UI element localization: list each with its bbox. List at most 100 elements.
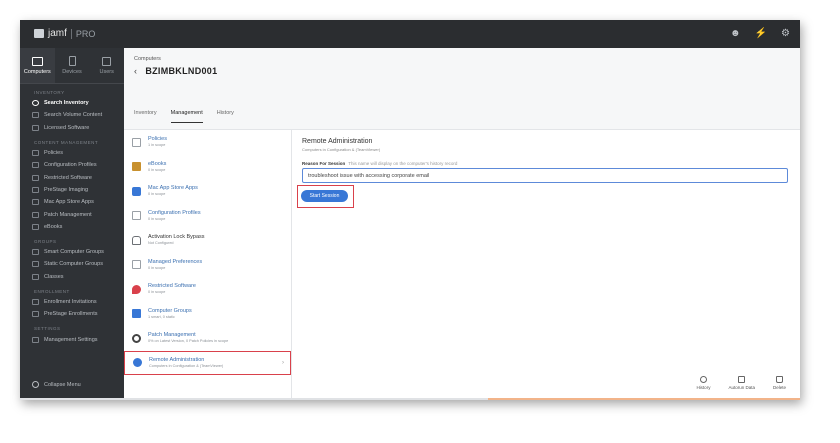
sidebar-item-label: Static Computer Groups bbox=[44, 261, 103, 268]
book-icon bbox=[132, 162, 141, 172]
search-icon bbox=[32, 100, 39, 107]
list-item-title: Computer Groups bbox=[148, 307, 192, 314]
jamf-mark-icon bbox=[34, 29, 44, 38]
collapse-label: Collapse Menu bbox=[44, 381, 81, 388]
sidebar-item-patch-management[interactable]: Patch Management bbox=[20, 208, 124, 220]
tab-label: Devices bbox=[62, 69, 82, 75]
detail-panel: Remote Administration Computers in Confi… bbox=[292, 130, 800, 400]
policies-icon bbox=[32, 150, 39, 157]
sidebar-item-mac-app-store-apps[interactable]: Mac App Store Apps bbox=[20, 196, 124, 208]
sidebar-item-prestage-imaging[interactable]: PreStage Imaging bbox=[20, 184, 124, 196]
patch-icon bbox=[132, 333, 141, 343]
reason-input[interactable] bbox=[302, 168, 788, 183]
list-item-activation-lock-bypass[interactable]: Activation Lock Bypass Not Configured bbox=[124, 228, 291, 253]
reason-hint: This name will display on the computer's… bbox=[348, 161, 458, 166]
collapse-icon bbox=[32, 381, 39, 388]
profile-icon bbox=[132, 211, 141, 221]
bolt-icon[interactable]: ⚡ bbox=[755, 28, 767, 39]
classes-icon bbox=[32, 273, 39, 280]
sidebar-item-ebooks[interactable]: eBooks bbox=[20, 221, 124, 233]
detail-subtitle: Computers in Configuration & (TeamViewer… bbox=[302, 147, 381, 152]
list-item-title: Configuration Profiles bbox=[148, 209, 201, 216]
autorun-data-button[interactable]: Autorun Data bbox=[728, 376, 755, 390]
list-item-mac-app-store-apps[interactable]: Mac App Store Apps 0 in scope bbox=[124, 179, 291, 204]
tab-users[interactable]: Users bbox=[89, 48, 124, 83]
sidebar-item-prestage-enrollments[interactable]: PreStage Enrollments bbox=[20, 308, 124, 320]
sidebar-item-label: Search Inventory bbox=[44, 100, 89, 107]
sidebar-item-static-computer-groups[interactable]: Static Computer Groups bbox=[20, 258, 124, 270]
tab-history[interactable]: History bbox=[217, 110, 234, 123]
user-icon[interactable]: ☻ bbox=[730, 28, 741, 39]
list-item-configuration-profiles[interactable]: Configuration Profiles 0 in scope bbox=[124, 204, 291, 229]
list-item-managed-preferences[interactable]: Managed Preferences 0 in scope bbox=[124, 253, 291, 278]
tab-devices[interactable]: Devices bbox=[55, 48, 90, 83]
list-item-title: eBooks bbox=[148, 160, 167, 167]
sidebar-item-search-inventory[interactable]: Search Inventory bbox=[20, 97, 124, 109]
management-list: Policies 1 in scope eBooks 0 in scope Mac … bbox=[124, 130, 292, 400]
trash-icon bbox=[775, 376, 783, 383]
sidebar-item-enrollment-invitations[interactable]: Enrollment Invitations bbox=[20, 296, 124, 308]
sidebar-item-label: Licensed Software bbox=[44, 124, 90, 131]
list-item-subtitle: 0% on Latest Version, 0 Patch Policies i… bbox=[148, 339, 229, 344]
sidebar-item-policies[interactable]: Policies bbox=[20, 147, 124, 159]
volume-icon bbox=[32, 112, 39, 119]
top-bar: jamf PRO ☻ ⚡ ⚙ bbox=[20, 20, 800, 48]
list-item-restricted-software[interactable]: Restricted Software 0 in scope bbox=[124, 277, 291, 302]
gear-icon[interactable]: ⚙ bbox=[781, 28, 790, 39]
profile-icon bbox=[32, 162, 39, 169]
jamf-logo[interactable]: jamf PRO bbox=[34, 28, 95, 39]
collapse-menu-button[interactable]: Collapse Menu bbox=[32, 381, 81, 388]
page-title: ‹ BZIMBKLND001 bbox=[134, 66, 217, 76]
history-button[interactable]: History bbox=[696, 376, 710, 390]
imaging-icon bbox=[32, 186, 39, 193]
tab-computers[interactable]: Computers bbox=[20, 48, 55, 83]
sidebar-item-smart-computer-groups[interactable]: Smart Computer Groups bbox=[20, 246, 124, 258]
list-item-subtitle: 0 in scope bbox=[148, 192, 166, 197]
list-item-subtitle: 0 in scope bbox=[148, 167, 166, 172]
sidebar-item-label: Configuration Profiles bbox=[44, 162, 97, 169]
list-item-subtitle: 0 in scope bbox=[148, 216, 166, 221]
tab-management[interactable]: Management bbox=[170, 110, 203, 123]
delete-button[interactable]: Delete bbox=[773, 376, 786, 390]
list-item-title: Remote Administration bbox=[149, 356, 205, 363]
laptop-icon bbox=[31, 56, 43, 66]
reason-label: Reason For Session This name will display… bbox=[302, 161, 457, 166]
sidebar-item-label: Patch Management bbox=[44, 211, 92, 218]
invitation-icon bbox=[32, 299, 39, 305]
list-item-ebooks[interactable]: eBooks 0 in scope bbox=[124, 155, 291, 180]
list-item-subtitle: 1 in scope bbox=[148, 143, 166, 148]
settings-gear-icon bbox=[32, 336, 39, 343]
sidebar-item-configuration-profiles[interactable]: Configuration Profiles bbox=[20, 159, 124, 171]
tab-inventory[interactable]: Inventory bbox=[134, 110, 157, 123]
breadcrumb[interactable]: Computers bbox=[134, 56, 161, 62]
sidebar-item-label: Smart Computer Groups bbox=[44, 249, 104, 256]
footer-label: Autorun Data bbox=[728, 385, 755, 390]
sidebar-item-licensed-software[interactable]: Licensed Software bbox=[20, 122, 124, 134]
list-item-remote-administration[interactable]: Remote Administration Computers in Config… bbox=[124, 350, 291, 375]
sidebar-item-label: Search Volume Content bbox=[44, 112, 103, 119]
sidebar-item-label: PreStage Enrollments bbox=[44, 311, 98, 318]
lock-icon bbox=[132, 235, 141, 245]
list-item-patch-management[interactable]: Patch Management 0% on Latest Version, 0 … bbox=[124, 326, 291, 351]
app-store-icon bbox=[132, 186, 141, 196]
back-icon[interactable]: ‹ bbox=[134, 66, 137, 76]
restricted-icon bbox=[32, 174, 39, 181]
start-session-highlight: Start Session bbox=[297, 185, 354, 208]
tab-label: Users bbox=[99, 68, 114, 75]
sidebar-item-management-settings[interactable]: Management Settings bbox=[20, 333, 124, 345]
start-session-button[interactable]: Start Session bbox=[301, 190, 348, 202]
sidebar-item-search-volume-content[interactable]: Search Volume Content bbox=[20, 109, 124, 121]
list-item-subtitle: 0 in scope bbox=[148, 265, 166, 270]
footer-label: History bbox=[696, 385, 711, 390]
sidebar-item-classes[interactable]: Classes bbox=[20, 271, 124, 283]
sidebar-item-label: PreStage Imaging bbox=[44, 186, 89, 193]
sidebar-item-label: Classes bbox=[44, 273, 64, 280]
list-item-subtitle: 0 in scope bbox=[148, 290, 166, 295]
list-item-computer-groups[interactable]: Computer Groups 1 smart, 0 static bbox=[124, 302, 291, 327]
list-item-policies[interactable]: Policies 1 in scope bbox=[124, 130, 291, 155]
sidebar-item-restricted-software[interactable]: Restricted Software bbox=[20, 171, 124, 183]
sidebar-item-label: Policies bbox=[44, 150, 63, 157]
patch-icon bbox=[32, 211, 39, 218]
enrollment-icon bbox=[32, 311, 39, 318]
policies-icon bbox=[132, 137, 141, 147]
